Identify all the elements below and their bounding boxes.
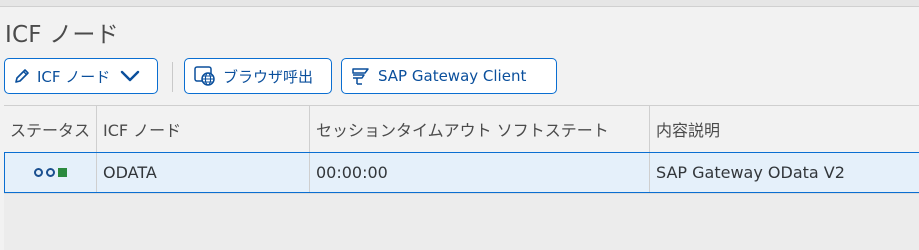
table-empty-area xyxy=(4,193,919,250)
icf-node-button-label: ICF ノード xyxy=(37,67,111,86)
table-row[interactable]: ODATA 00:00:00 SAP Gateway OData V2 xyxy=(4,152,919,193)
page-title: ICF ノード xyxy=(5,22,119,48)
gateway-client-icon xyxy=(350,65,372,87)
column-header-session-timeout[interactable]: セッションタイムアウト ソフトステート xyxy=(310,105,650,152)
toolbar-separator xyxy=(172,62,173,92)
chevron-down-icon xyxy=(120,69,140,83)
sap-gateway-client-label: SAP Gateway Client xyxy=(378,67,527,85)
browser-globe-icon xyxy=(193,65,217,87)
browser-call-label: ブラウザ呼出 xyxy=(223,67,314,86)
status-active-icon xyxy=(58,168,67,177)
column-header-icf-node[interactable]: ICF ノード xyxy=(97,105,310,152)
status-cell xyxy=(4,153,97,192)
column-header-status[interactable]: ステータス xyxy=(4,105,97,152)
status-inactive-icon xyxy=(34,168,43,177)
pencil-icon xyxy=(13,67,31,85)
status-indicator xyxy=(34,168,67,177)
toolbar: ICF ノード ブラウザ呼出 SAP Gateway Client xyxy=(4,58,919,98)
column-header-description[interactable]: 内容説明 xyxy=(650,105,919,152)
session-timeout-cell: 00:00:00 xyxy=(310,153,650,192)
icf-node-cell: ODATA xyxy=(97,153,310,192)
status-inactive-icon xyxy=(46,168,55,177)
description-cell: SAP Gateway OData V2 xyxy=(656,163,845,182)
browser-call-button[interactable]: ブラウザ呼出 xyxy=(184,58,332,94)
window-top-border xyxy=(0,0,919,7)
icf-node-menu-button[interactable]: ICF ノード xyxy=(4,58,158,94)
sap-gateway-client-button[interactable]: SAP Gateway Client xyxy=(341,58,557,94)
